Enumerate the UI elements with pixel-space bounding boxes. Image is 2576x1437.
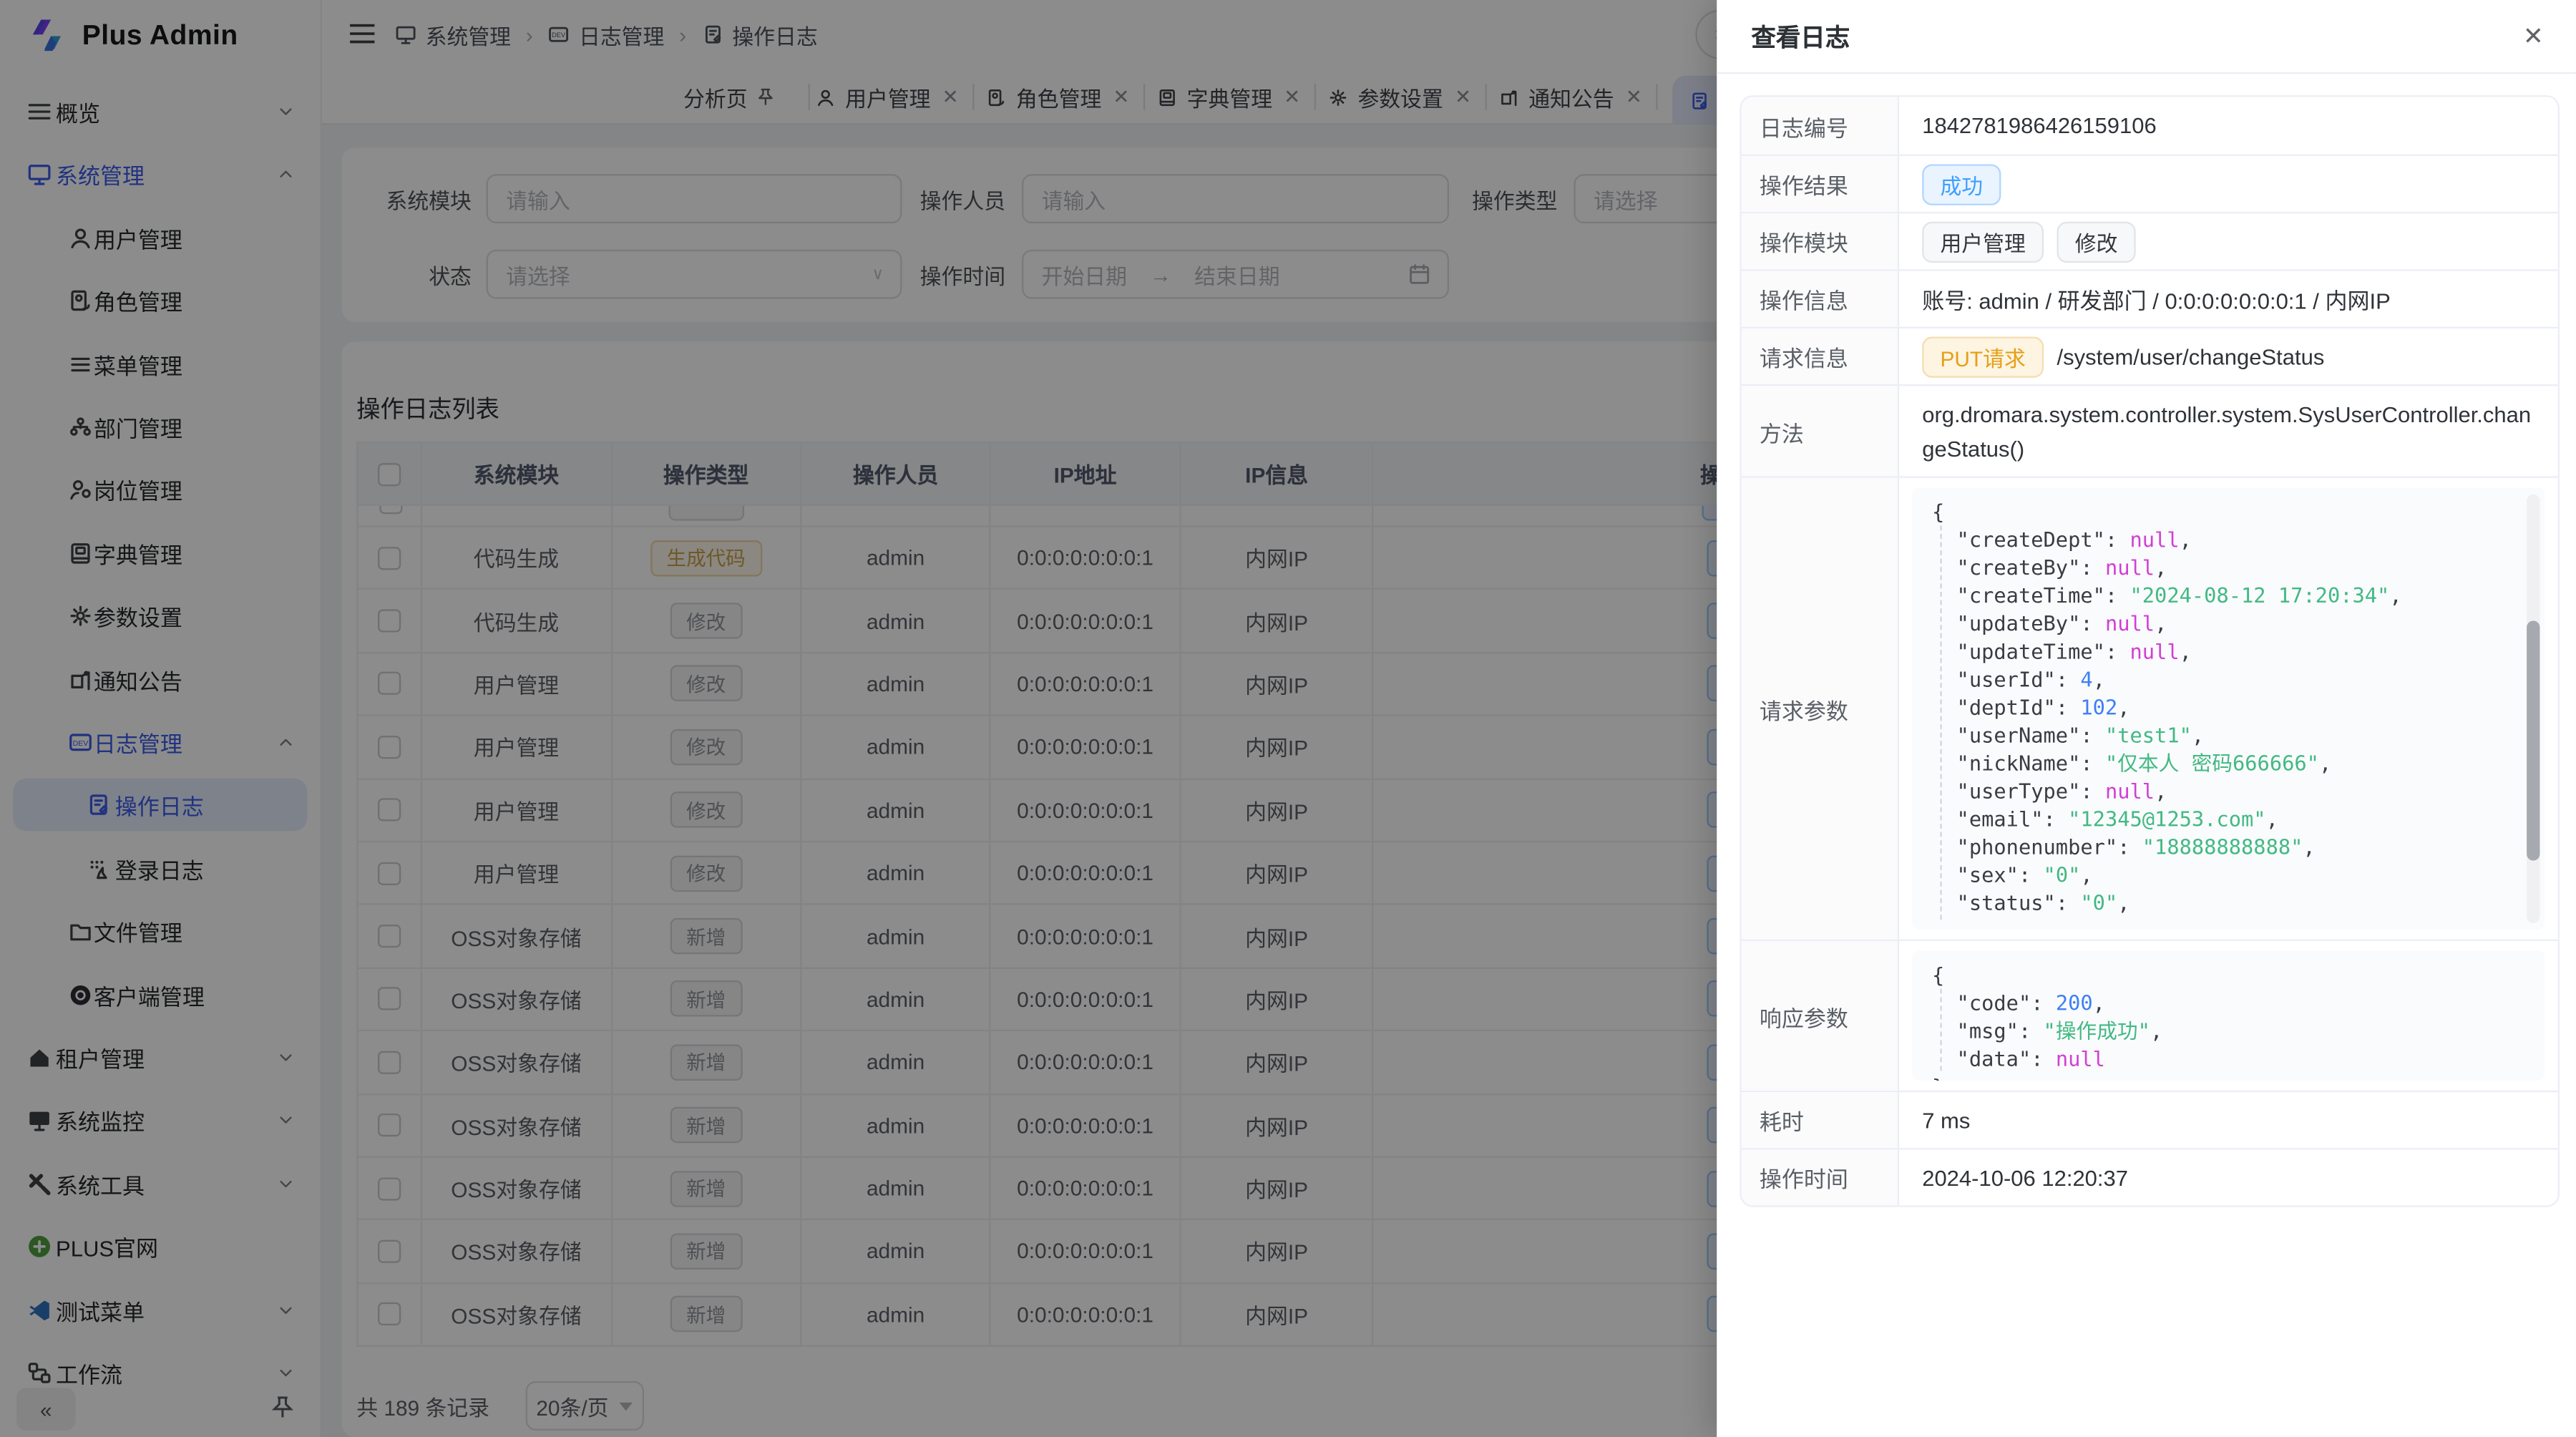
desc-row-6: 请求参数{ "createDept": null, "createBy": nu…	[1742, 477, 2558, 940]
desc-label: 操作结果	[1742, 156, 1899, 212]
drawer-title: 查看日志	[1751, 0, 1850, 74]
module-tag: 修改	[2057, 221, 2136, 262]
log-detail-drawer: 查看日志 ✕ 日志编号1842781986426159106操作结果成功操作模块…	[1717, 0, 2576, 1437]
request-method-tag: PUT请求	[1922, 336, 2044, 376]
scrollbar-track	[2527, 495, 2540, 923]
desc-value: 7 ms	[1922, 1108, 1970, 1132]
desc-label: 操作时间	[1742, 1149, 1899, 1205]
desc-label: 方法	[1742, 386, 1899, 476]
drawer-header: 查看日志 ✕	[1717, 0, 2576, 74]
json-code-block: { "code": 200, "msg": "操作成功", "data": nu…	[1912, 951, 2545, 1081]
desc-row-3: 操作信息账号: admin / 研发部门 / 0:0:0:0:0:0:0:1 /…	[1742, 269, 2558, 326]
desc-value: 1842781986426159106	[1922, 113, 2157, 137]
desc-value: org.dromara.system.controller.system.Sys…	[1899, 386, 2558, 476]
desc-row-0: 日志编号 1842781986426159106	[1742, 97, 2558, 154]
desc-row-4: 请求信息 PUT请求/system/user/changeStatus	[1742, 327, 2558, 384]
desc-label: 响应参数	[1742, 941, 1899, 1091]
screen: Plus Admin 概览系统管理用户管理角色管理菜单管理部门管理岗位管理字典管…	[0, 0, 2576, 1437]
desc-row-2: 操作模块用户管理修改	[1742, 212, 2558, 269]
desc-value: 账号: admin / 研发部门 / 0:0:0:0:0:0:0:1 / 内网I…	[1922, 283, 2391, 316]
desc-label: 操作信息	[1742, 271, 1899, 327]
desc-row-9: 操作时间 2024-10-06 12:20:37	[1742, 1148, 2558, 1205]
desc-label: 操作模块	[1742, 213, 1899, 269]
desc-row-1: 操作结果成功	[1742, 155, 2558, 212]
desc-row-7: 响应参数{ "code": 200, "msg": "操作成功", "data"…	[1742, 940, 2558, 1091]
log-descriptions-table: 日志编号1842781986426159106操作结果成功操作模块用户管理修改操…	[1740, 95, 2560, 1207]
desc-label: 耗时	[1742, 1092, 1899, 1148]
desc-row-8: 耗时 7 ms	[1742, 1091, 2558, 1148]
result-tag: 成功	[1922, 163, 2001, 204]
desc-value: 2024-10-06 12:20:37	[1922, 1165, 2128, 1189]
desc-label: 日志编号	[1742, 97, 1899, 154]
desc-row-5: 方法org.dromara.system.controller.system.S…	[1742, 384, 2558, 477]
desc-label: 请求信息	[1742, 328, 1899, 384]
module-tag: 用户管理	[1922, 221, 2044, 262]
scrollbar-thumb[interactable]	[2527, 620, 2540, 860]
desc-value: /system/user/changeStatus	[2057, 344, 2325, 369]
json-code-block: { "createDept": null, "createBy": null, …	[1912, 488, 2545, 930]
desc-label: 请求参数	[1742, 478, 1899, 940]
close-icon[interactable]: ✕	[2519, 21, 2548, 51]
